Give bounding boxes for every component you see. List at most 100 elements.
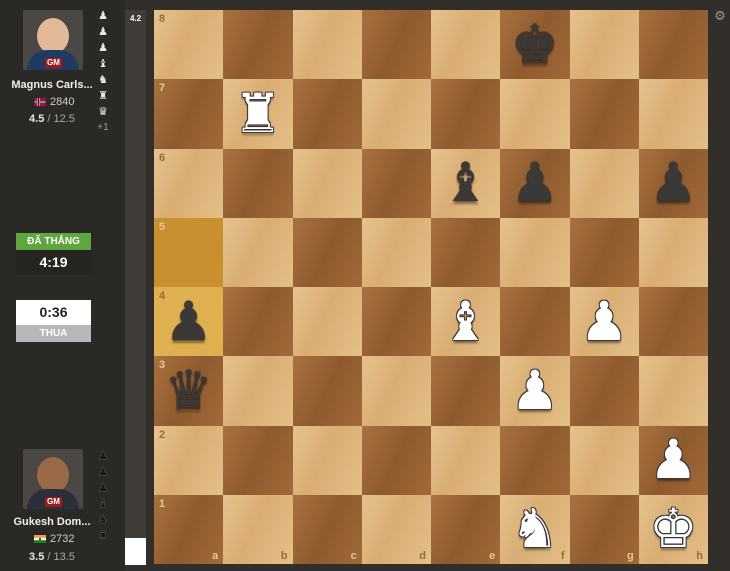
square-f3[interactable]: ♟ (500, 356, 570, 426)
square-h5[interactable] (638, 217, 708, 287)
white-pawn-icon[interactable]: ♟ (500, 356, 569, 425)
square-b1[interactable]: b (223, 494, 293, 564)
square-e2[interactable] (431, 425, 501, 495)
avatar[interactable]: GM (23, 449, 83, 509)
square-h2[interactable]: ♟ (638, 425, 708, 495)
square-g3[interactable] (569, 356, 639, 426)
square-b5[interactable] (223, 217, 293, 287)
evaluation-white-portion (125, 538, 146, 565)
square-f6[interactable]: ♟ (500, 148, 570, 218)
square-d1[interactable]: d (361, 494, 431, 564)
square-g5[interactable] (569, 217, 639, 287)
square-g7[interactable] (569, 79, 639, 149)
square-h1[interactable]: h ♚ (638, 494, 708, 564)
square-d5[interactable] (361, 217, 431, 287)
square-d4[interactable] (361, 287, 431, 357)
square-e1[interactable]: e (431, 494, 501, 564)
rank-label: 5 (159, 220, 166, 233)
square-f7[interactable] (500, 79, 570, 149)
square-a6[interactable]: 6 (154, 148, 224, 218)
captured-pawn-icon: ♟ (98, 26, 108, 38)
square-e6[interactable]: ♝ (431, 148, 501, 218)
black-pawn-icon[interactable]: ♟ (639, 149, 708, 218)
square-c7[interactable] (292, 79, 362, 149)
square-h8[interactable] (638, 10, 708, 80)
square-f1[interactable]: f ♞ (500, 494, 570, 564)
square-a7[interactable]: 7 (154, 79, 224, 149)
square-h3[interactable] (638, 356, 708, 426)
white-knight-icon[interactable]: ♞ (500, 495, 569, 564)
square-a1[interactable]: 1a (154, 494, 224, 564)
avatar[interactable]: GM (23, 10, 83, 70)
square-c2[interactable] (292, 425, 362, 495)
square-e7[interactable] (431, 79, 501, 149)
square-c4[interactable] (292, 287, 362, 357)
square-f5[interactable] (500, 217, 570, 287)
player-rating: 2732 (34, 533, 74, 545)
square-h7[interactable] (638, 79, 708, 149)
square-h4[interactable] (638, 287, 708, 357)
white-bishop-icon[interactable]: ♝ (431, 287, 500, 356)
square-a5[interactable]: 5 (154, 217, 224, 287)
square-g2[interactable] (569, 425, 639, 495)
rank-label: 6 (159, 151, 166, 164)
square-e3[interactable] (431, 356, 501, 426)
white-pawn-icon[interactable]: ♟ (570, 287, 639, 356)
player-name[interactable]: Gukesh Dom... (0, 516, 104, 528)
square-g8[interactable] (569, 10, 639, 80)
title-badge: GM (45, 497, 62, 507)
gear-icon[interactable]: ⚙ (713, 9, 727, 23)
chess-board[interactable]: 8 ♚ 7 ♜ 6 ♝ ♟ ♟ 5 4 ♟ ♝ ♟ 3 ♛ ♟ 2 ♟ 1 a b c d e f ♞ g h ♚ (154, 10, 708, 564)
square-g6[interactable] (569, 148, 639, 218)
square-a4[interactable]: 4 ♟ (154, 287, 224, 357)
clock-time: 4:19 (16, 250, 91, 275)
white-king-icon[interactable]: ♚ (639, 495, 708, 564)
black-king-icon[interactable]: ♚ (500, 10, 569, 79)
square-d6[interactable] (361, 148, 431, 218)
black-bishop-icon[interactable]: ♝ (431, 149, 500, 218)
square-a3[interactable]: 3 ♛ (154, 356, 224, 426)
square-b6[interactable] (223, 148, 293, 218)
file-label: a (212, 550, 219, 562)
captured-knight-icon: ♞ (98, 74, 108, 86)
black-queen-icon[interactable]: ♛ (154, 356, 223, 425)
square-c3[interactable] (292, 356, 362, 426)
square-f8[interactable]: ♚ (500, 10, 570, 80)
captured-pieces: ♟ ♟ ♟ ♝ ♞ ♜ ♛ +1 (95, 8, 111, 136)
black-pawn-icon[interactable]: ♟ (154, 287, 223, 356)
square-b7[interactable]: ♜ (223, 79, 293, 149)
square-a8[interactable]: 8 (154, 10, 224, 80)
square-b4[interactable] (223, 287, 293, 357)
square-c6[interactable] (292, 148, 362, 218)
square-d3[interactable] (361, 356, 431, 426)
square-c1[interactable]: c (292, 494, 362, 564)
square-a2[interactable]: 2 (154, 425, 224, 495)
result-badge: ĐÃ THẮNG (16, 233, 91, 250)
square-c5[interactable] (292, 217, 362, 287)
square-d7[interactable] (361, 79, 431, 149)
square-h6[interactable]: ♟ (638, 148, 708, 218)
square-f2[interactable] (500, 425, 570, 495)
square-c8[interactable] (292, 10, 362, 80)
captured-pieces: ♟ ♟ ♟ ♝ ♞ ♜ (95, 448, 111, 544)
player-name[interactable]: Magnus Carls... (0, 79, 104, 91)
bottom-clock: 0:36 THUA (16, 300, 91, 342)
white-rook-icon[interactable]: ♜ (223, 79, 292, 148)
square-b3[interactable] (223, 356, 293, 426)
square-b8[interactable] (223, 10, 293, 80)
square-e8[interactable] (431, 10, 501, 80)
square-e4[interactable]: ♝ (431, 287, 501, 357)
captured-bishop-icon: ♝ (98, 58, 108, 70)
black-pawn-icon[interactable]: ♟ (500, 149, 569, 218)
rank-label: 2 (159, 428, 166, 441)
square-b2[interactable] (223, 425, 293, 495)
square-g4[interactable]: ♟ (569, 287, 639, 357)
square-f4[interactable] (500, 287, 570, 357)
square-e5[interactable] (431, 217, 501, 287)
white-pawn-icon[interactable]: ♟ (639, 426, 708, 495)
square-g1[interactable]: g (569, 494, 639, 564)
captured-rook-icon: ♜ (98, 530, 108, 542)
square-d2[interactable] (361, 425, 431, 495)
clock-time: 0:36 (16, 300, 91, 325)
square-d8[interactable] (361, 10, 431, 80)
